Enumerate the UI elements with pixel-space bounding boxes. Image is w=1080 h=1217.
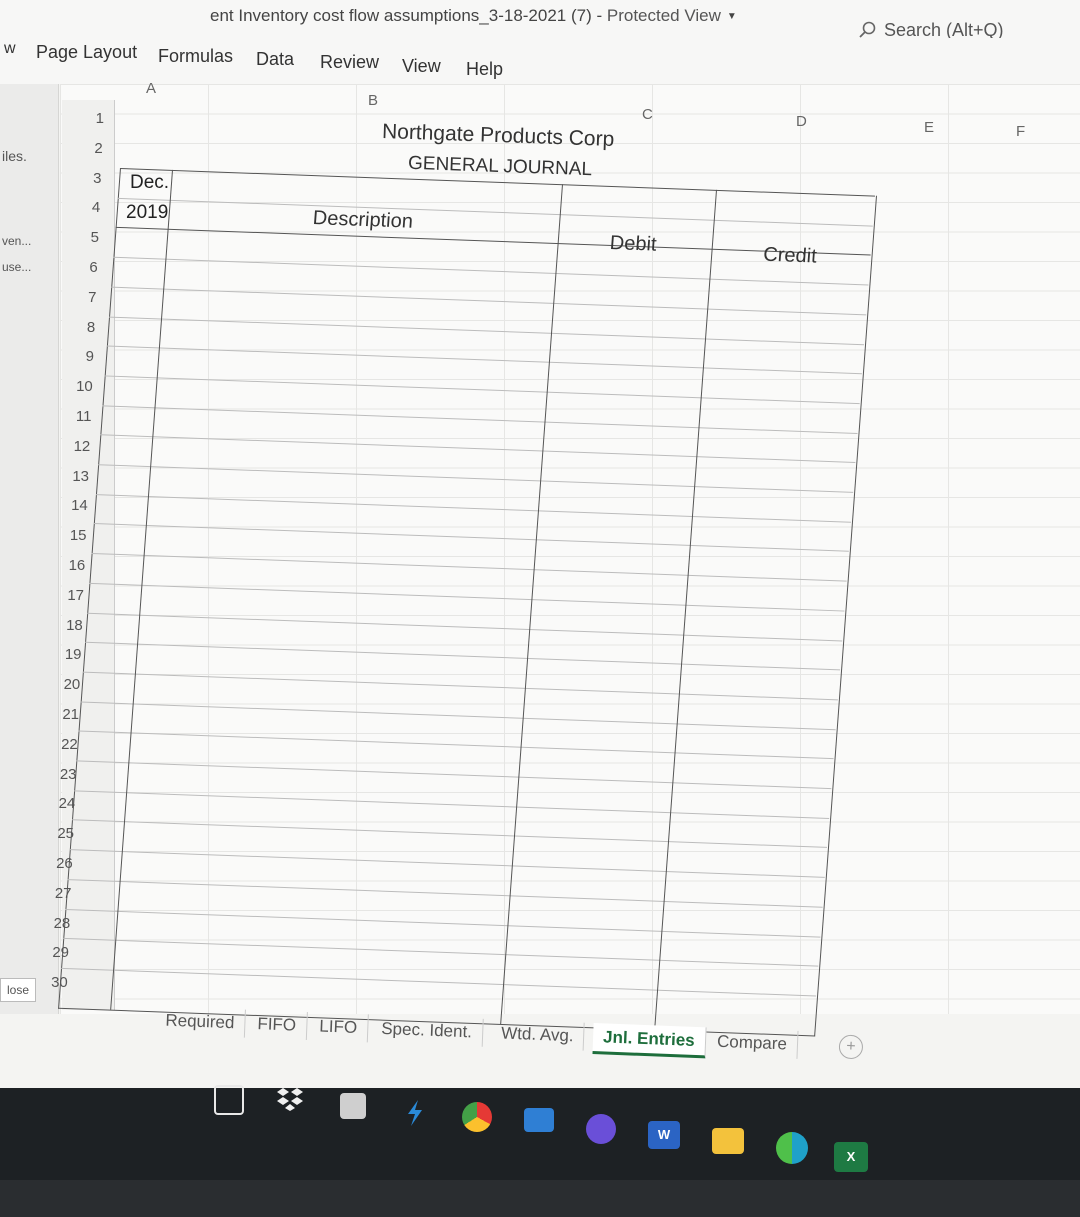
row-header[interactable]: 8 — [47, 319, 95, 336]
row-header[interactable]: 21 — [31, 706, 79, 723]
tab-data[interactable]: Data — [256, 49, 294, 70]
protected-view-label: Protected View — [606, 6, 721, 25]
tab-page-layout[interactable]: Page Layout — [36, 42, 137, 63]
row-header[interactable]: 11 — [44, 408, 92, 425]
column-header-f[interactable]: F — [1016, 123, 1025, 140]
sheet-tab-wtd-avg[interactable]: Wtd. Avg. — [490, 1019, 586, 1051]
excel-icon[interactable]: X — [834, 1142, 868, 1172]
title-bar: ent Inventory cost flow assumptions_3-18… — [0, 0, 1080, 40]
sheet-tab-spec-ident[interactable]: Spec. Ident. — [370, 1014, 484, 1047]
ribbon-tabs: w Page Layout Formulas Data Review View … — [0, 38, 1080, 84]
row-header[interactable]: 7 — [49, 289, 96, 306]
task-view-icon[interactable] — [214, 1085, 244, 1115]
journal-border — [58, 168, 878, 1037]
word-icon[interactable]: W — [648, 1121, 680, 1149]
tab-formulas[interactable]: Formulas — [158, 46, 233, 67]
row-header[interactable]: 23 — [29, 766, 77, 783]
row-header[interactable]: 27 — [24, 885, 72, 902]
row-header[interactable]: 13 — [41, 468, 89, 485]
chrome-icon[interactable] — [462, 1102, 492, 1132]
row-header[interactable]: 20 — [32, 676, 81, 693]
row-header[interactable]: 4 — [52, 199, 100, 216]
sheet-tab-fifo[interactable]: FIFO — [246, 1009, 308, 1041]
row-header[interactable]: 22 — [30, 736, 78, 753]
mail-icon[interactable] — [524, 1108, 554, 1132]
app-icon[interactable] — [404, 1098, 426, 1128]
file-explorer-icon[interactable] — [712, 1128, 744, 1154]
general-journal-form: Description Debit Credit — [58, 168, 878, 1043]
debit-header[interactable]: Debit — [609, 232, 657, 257]
row-header[interactable]: 12 — [42, 438, 91, 455]
row-header[interactable]: 5 — [51, 229, 99, 246]
sheet-tab-required[interactable]: Required — [154, 1006, 246, 1038]
row-header[interactable]: 16 — [37, 557, 86, 574]
pane-item-use[interactable]: use... — [2, 260, 31, 274]
row-header[interactable]: 17 — [36, 587, 84, 604]
search-placeholder: Search (Alt+Q) — [884, 20, 1004, 40]
column-header-a[interactable]: A — [146, 80, 156, 97]
search-icon — [859, 21, 876, 38]
browser-icon[interactable] — [586, 1114, 616, 1144]
document-name: ent Inventory cost flow assumptions_3-18… — [210, 6, 592, 25]
add-sheet-button[interactable]: + — [838, 1034, 864, 1060]
row-header[interactable]: 9 — [46, 348, 94, 365]
taskbar-lower — [0, 1180, 1080, 1217]
pane-item-ven[interactable]: ven... — [2, 234, 31, 248]
row-header[interactable]: 1 — [56, 110, 104, 127]
sheet-tab-lifo[interactable]: LIFO — [308, 1012, 369, 1043]
row-header[interactable]: 26 — [25, 855, 73, 872]
row-header[interactable]: 19 — [34, 646, 82, 663]
column-header-b[interactable]: B — [368, 92, 378, 109]
pane-item-files[interactable]: iles. — [2, 148, 27, 164]
tab-review[interactable]: Review — [320, 52, 379, 73]
title-separator: - — [591, 6, 607, 25]
dropbox-icon[interactable] — [276, 1087, 304, 1113]
row-header[interactable]: 24 — [27, 795, 76, 812]
column-header-e[interactable]: E — [924, 119, 934, 136]
sheet-tab-jnl-entries[interactable]: Jnl. Entries — [592, 1023, 707, 1059]
row-header[interactable]: 2 — [55, 140, 102, 157]
sheet-tab-compare[interactable]: Compare — [706, 1027, 799, 1059]
row-header[interactable]: 18 — [35, 617, 83, 634]
tab-draw[interactable]: w — [4, 40, 16, 58]
tab-help[interactable]: Help — [466, 59, 503, 80]
row-header[interactable]: 15 — [39, 527, 87, 544]
row-header[interactable]: 3 — [54, 170, 101, 187]
chevron-down-icon[interactable]: ▼ — [727, 11, 737, 22]
credit-header[interactable]: Credit — [762, 244, 818, 269]
column-header-c[interactable]: C — [642, 106, 653, 123]
edge-icon[interactable] — [776, 1132, 808, 1164]
row-header[interactable]: 25 — [26, 825, 74, 842]
row-header[interactable]: 14 — [40, 497, 88, 514]
left-task-pane: iles. ven... use... — [0, 84, 59, 1014]
description-header[interactable]: Description — [312, 207, 414, 234]
row-header[interactable]: 10 — [45, 378, 93, 395]
document-title[interactable]: ent Inventory cost flow assumptions_3-18… — [210, 6, 737, 26]
tab-view[interactable]: View — [402, 56, 441, 77]
column-header-d[interactable]: D — [796, 113, 807, 130]
row-header[interactable]: 6 — [50, 259, 97, 276]
store-icon[interactable] — [340, 1093, 366, 1119]
